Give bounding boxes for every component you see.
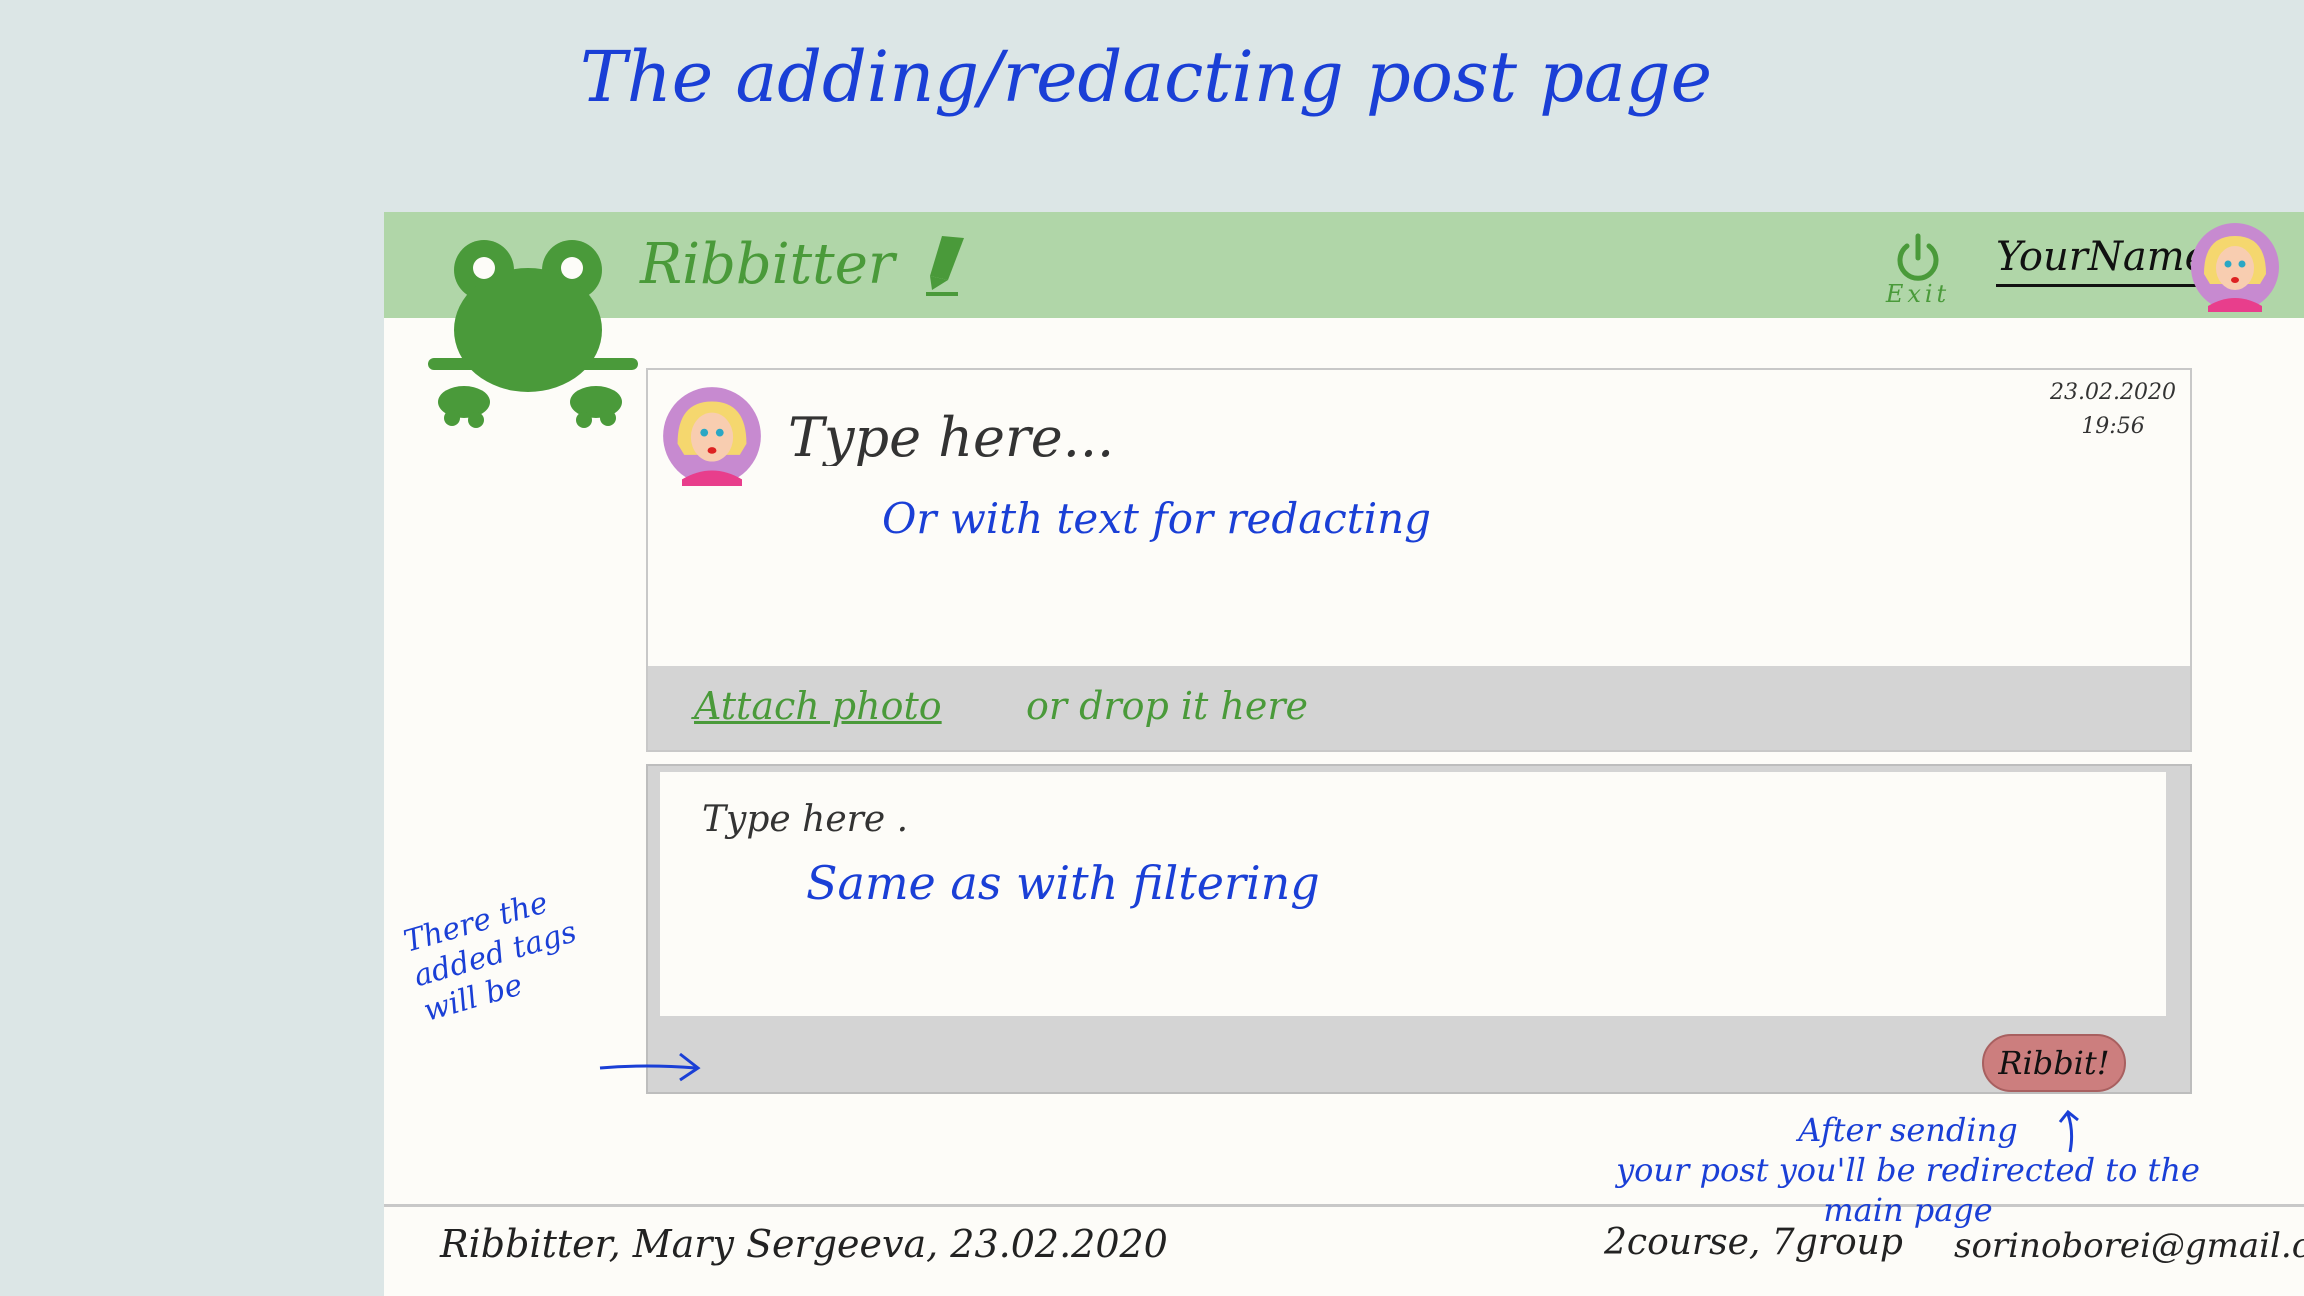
post-text-input[interactable] bbox=[788, 406, 1988, 466]
attach-photo-dropzone[interactable]: Attach photo or drop it here bbox=[648, 666, 2190, 750]
post-date: 23.02.2020 bbox=[2050, 380, 2176, 405]
tags-input-area[interactable]: Same as with filtering bbox=[660, 772, 2166, 1016]
exit-button[interactable]: Exit bbox=[1878, 232, 1958, 312]
user-name[interactable]: YourName bbox=[1996, 234, 2209, 287]
post-hint-annotation: Or with text for redacting bbox=[882, 494, 1432, 543]
exit-label: Exit bbox=[1885, 280, 1951, 308]
post-time: 19:56 bbox=[2081, 414, 2145, 439]
frog-logo-icon bbox=[428, 228, 638, 432]
post-timestamp: 23.02.2020 19:56 bbox=[2050, 376, 2176, 444]
page-title: The adding/redacting post page bbox=[580, 36, 1712, 118]
redirect-annotation-line: After sending bbox=[1798, 1111, 2018, 1149]
brand-name[interactable]: Ribbitter bbox=[640, 232, 895, 297]
tags-hint-annotation: Same as with filtering bbox=[806, 856, 1320, 910]
header-bar: Ribbitter Exit YourName bbox=[384, 212, 2304, 318]
footer-credits: Ribbitter, Mary Sergeeva, 23.02.2020 bbox=[440, 1222, 1168, 1266]
redirect-annotation-line: main page bbox=[1823, 1191, 1993, 1229]
power-icon bbox=[1897, 233, 1939, 281]
avatar-icon bbox=[663, 387, 761, 486]
attach-drop-label: or drop it here bbox=[1026, 684, 1309, 728]
arrow-up-icon bbox=[2056, 1108, 2086, 1158]
avatar[interactable] bbox=[2190, 222, 2280, 316]
avatar-icon bbox=[2191, 223, 2279, 312]
post-editor-card: Or with text for redacting 23.02.2020 19… bbox=[646, 368, 2192, 752]
footer-email[interactable]: sorinoborei@gmail.com bbox=[1954, 1226, 2304, 1266]
redirect-annotation-line: your post you'll be redirected to the bbox=[1616, 1151, 2200, 1189]
tags-card: Same as with filtering Ribbit! bbox=[646, 764, 2192, 1094]
post-avatar bbox=[662, 386, 762, 490]
attach-photo-link[interactable]: Attach photo bbox=[694, 684, 942, 728]
ribbit-button[interactable]: Ribbit! bbox=[1982, 1034, 2126, 1092]
redirect-annotation: After sending your post you'll be redire… bbox=[1548, 1110, 2268, 1230]
tags-input[interactable] bbox=[702, 794, 1502, 844]
arrow-right-icon bbox=[596, 1046, 706, 1090]
pencil-icon[interactable] bbox=[914, 228, 978, 304]
